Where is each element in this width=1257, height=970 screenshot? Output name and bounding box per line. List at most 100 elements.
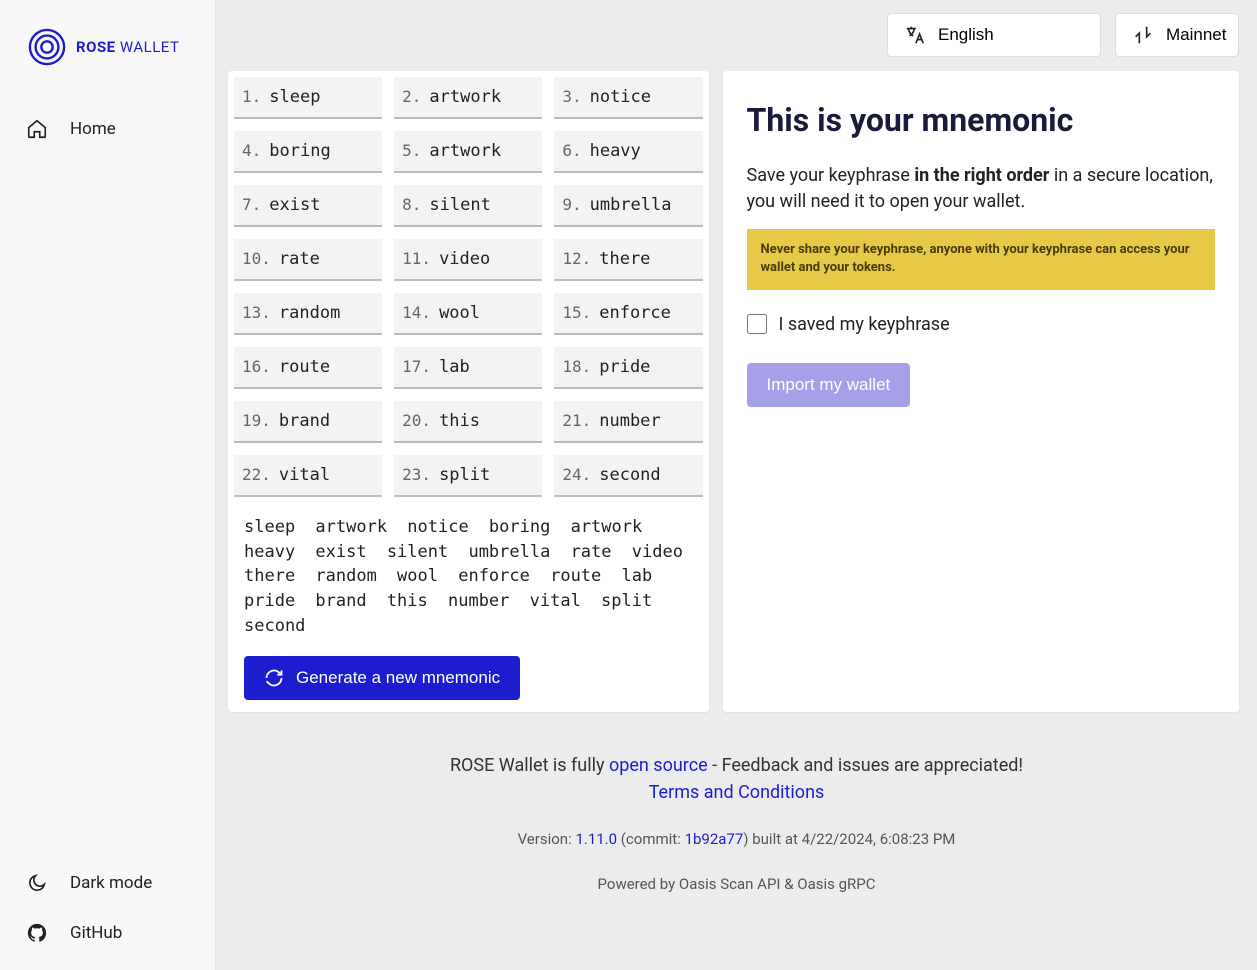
word-value: random	[279, 303, 340, 323]
mnemonic-word: 10.rate	[234, 239, 382, 281]
main: English Mainnet 1.sleep 2. artwork 3. notice…	[216, 0, 1257, 970]
sidebar: ROSE WALLET Home Dark mode GitHub	[0, 0, 216, 970]
word-index: 17.	[402, 357, 431, 376]
mnemonic-word: 24.second	[554, 455, 702, 497]
mnemonic-word: 18. pride	[554, 347, 702, 389]
mnemonic-text: sleep artwork notice boring artwork heav…	[234, 509, 703, 644]
word-value: route	[279, 357, 330, 377]
word-index: 13.	[242, 303, 271, 322]
sidebar-item-darkmode[interactable]: Dark mode	[0, 858, 215, 908]
word-index: 19.	[242, 411, 271, 430]
terms-link[interactable]: Terms and Conditions	[649, 782, 825, 803]
word-value: enforce	[599, 303, 671, 323]
sidebar-item-label: Home	[70, 119, 116, 139]
home-icon	[26, 118, 48, 140]
word-value: pride	[599, 357, 650, 377]
mnemonic-description: Save your keyphrase in the right order i…	[747, 163, 1216, 215]
mnemonic-word: 12. there	[554, 239, 702, 281]
sidebar-item-label: Dark mode	[70, 873, 152, 893]
saved-checkbox-row: I saved my keyphrase	[747, 314, 1216, 335]
word-index: 22.	[242, 465, 271, 484]
word-index: 10.	[242, 249, 271, 268]
logo-text: ROSE WALLET	[76, 38, 179, 56]
word-index: 4.	[242, 141, 261, 160]
mnemonic-word: 11. video	[394, 239, 542, 281]
mnemonic-word: 6. heavy	[554, 131, 702, 173]
word-value: exist	[269, 195, 320, 215]
word-value: brand	[279, 411, 330, 431]
mnemonic-word: 21. number	[554, 401, 702, 443]
saved-keyphrase-checkbox[interactable]	[747, 314, 767, 334]
mnemonic-word: 1.sleep	[234, 77, 382, 119]
word-index: 18.	[562, 357, 591, 376]
mnemonic-word: 5. artwork	[394, 131, 542, 173]
translate-icon	[904, 24, 926, 46]
word-value: video	[439, 249, 490, 269]
commit-link[interactable]: 1b92a77	[685, 830, 744, 848]
word-index: 5.	[402, 141, 421, 160]
language-select[interactable]: English	[887, 13, 1101, 57]
word-index: 11.	[402, 249, 431, 268]
sidebar-item-home[interactable]: Home	[0, 104, 215, 154]
word-index: 14.	[402, 303, 431, 322]
github-icon	[26, 922, 48, 944]
opensource-link[interactable]: open source	[609, 755, 708, 776]
words-grid: 1.sleep 2. artwork 3. notice 4. boring 5. artwor…	[234, 77, 703, 497]
word-index: 1.	[242, 87, 261, 106]
rose-logo-icon	[28, 28, 66, 66]
footer-version: Version: 1.11.0 (commit: 1b92a77) built …	[216, 828, 1257, 851]
footer-line1: ROSE Wallet is fully open source - Feedb…	[216, 752, 1257, 779]
word-value: there	[599, 249, 650, 269]
word-index: 20.	[402, 411, 431, 430]
word-index: 3.	[562, 87, 581, 106]
word-value: umbrella	[590, 195, 672, 215]
word-value: boring	[269, 141, 330, 161]
mnemonic-word: 19. brand	[234, 401, 382, 443]
word-index: 16.	[242, 357, 271, 376]
footer-powered: Powered by Oasis Scan API & Oasis gRPC	[216, 873, 1257, 896]
word-index: 6.	[562, 141, 581, 160]
word-index: 21.	[562, 411, 591, 430]
network-select[interactable]: Mainnet	[1115, 13, 1239, 57]
word-value: wool	[439, 303, 480, 323]
nav-bottom: Dark mode GitHub	[0, 858, 215, 970]
footer: ROSE Wallet is fully open source - Feedb…	[216, 726, 1257, 915]
mnemonic-word: 7. exist	[234, 185, 382, 227]
word-value: artwork	[429, 141, 501, 161]
info-panel: This is your mnemonic Save your keyphras…	[723, 71, 1240, 712]
word-value: number	[599, 411, 660, 431]
moon-icon	[26, 872, 48, 894]
word-value: vital	[279, 465, 330, 485]
word-value: artwork	[429, 87, 501, 107]
word-index: 2.	[402, 87, 421, 106]
sidebar-item-label: GitHub	[70, 923, 122, 943]
mnemonic-word: 2. artwork	[394, 77, 542, 119]
mnemonic-word: 23.split	[394, 455, 542, 497]
import-wallet-button[interactable]: Import my wallet	[747, 363, 911, 407]
word-value: this	[439, 411, 480, 431]
word-index: 12.	[562, 249, 591, 268]
version-link[interactable]: 1.11.0	[575, 830, 617, 848]
mnemonic-word: 4. boring	[234, 131, 382, 173]
word-index: 23.	[402, 465, 431, 484]
mnemonic-word: 20. this	[394, 401, 542, 443]
mnemonic-word: 9. umbrella	[554, 185, 702, 227]
sidebar-item-github[interactable]: GitHub	[0, 908, 215, 958]
generate-mnemonic-button[interactable]: Generate a new mnemonic	[244, 656, 520, 700]
mnemonic-word: 22. vital	[234, 455, 382, 497]
refresh-icon	[264, 668, 284, 688]
mnemonic-word: 15.enforce	[554, 293, 702, 335]
word-value: heavy	[590, 141, 641, 161]
logo[interactable]: ROSE WALLET	[0, 0, 215, 104]
mnemonic-word: 8.silent	[394, 185, 542, 227]
warning-banner: Never share your keyphrase, anyone with …	[747, 229, 1216, 289]
word-index: 9.	[562, 195, 581, 214]
saved-keyphrase-label[interactable]: I saved my keyphrase	[779, 314, 950, 335]
word-value: notice	[590, 87, 651, 107]
network-icon	[1132, 24, 1154, 46]
mnemonic-panel: 1.sleep 2. artwork 3. notice 4. boring 5. artwor…	[228, 71, 709, 712]
content: 1.sleep 2. artwork 3. notice 4. boring 5. artwor…	[216, 57, 1257, 726]
word-index: 7.	[242, 195, 261, 214]
mnemonic-word: 3. notice	[554, 77, 702, 119]
word-index: 8.	[402, 195, 421, 214]
